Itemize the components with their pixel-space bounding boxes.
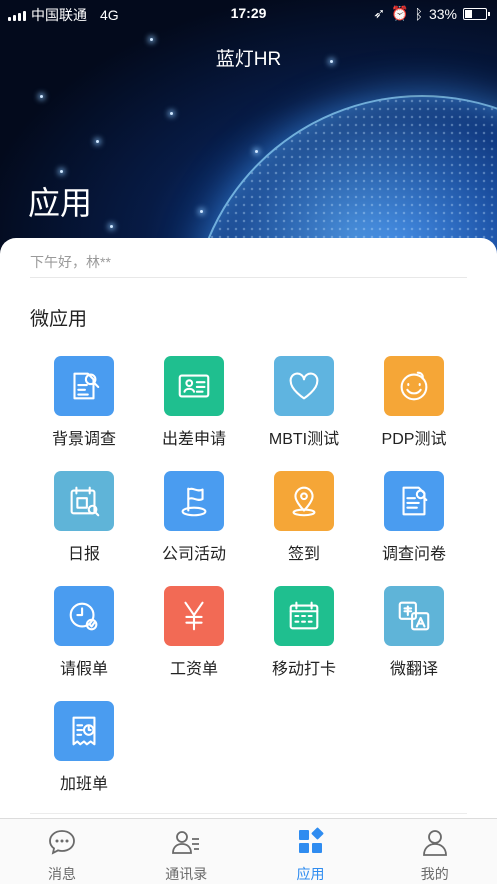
- calendar-grid-icon[interactable]: [274, 586, 334, 646]
- app-label: 调查问卷: [381, 546, 446, 563]
- app-label: 移动打卡: [271, 661, 336, 678]
- app-item[interactable]: 加班单: [28, 701, 140, 811]
- alarm-icon: ⏰: [391, 5, 409, 21]
- app-label: 签到: [287, 546, 320, 563]
- divider: [30, 813, 467, 814]
- id-card-icon[interactable]: [164, 356, 224, 416]
- questionnaire-icon[interactable]: [384, 471, 444, 531]
- battery-percent: 33%: [428, 5, 457, 22]
- tab-label: 应用: [296, 866, 325, 882]
- location-pin-icon[interactable]: [274, 471, 334, 531]
- tab-label: 消息: [48, 866, 76, 882]
- app-item[interactable]: PDP测试: [358, 356, 470, 466]
- app-item[interactable]: 公司活动: [138, 471, 250, 581]
- tab-1[interactable]: 通讯录: [124, 819, 248, 884]
- app-item[interactable]: 调查问卷: [358, 471, 470, 581]
- smiley-icon[interactable]: [384, 356, 444, 416]
- translate-icon[interactable]: [384, 586, 444, 646]
- app-item[interactable]: 背景调查: [28, 356, 140, 466]
- location-arrow-icon: ➶: [373, 5, 386, 21]
- app-label: 请假单: [59, 661, 108, 678]
- contacts-icon: [171, 827, 201, 857]
- section-title: 微应用: [30, 309, 88, 330]
- heart-icon[interactable]: [274, 356, 334, 416]
- bluetooth-icon: ᛒ: [414, 5, 423, 22]
- app-label: 工资单: [169, 661, 218, 678]
- flag-icon[interactable]: [164, 471, 224, 531]
- app-item[interactable]: 出差申请: [138, 356, 250, 466]
- tab-label: 通讯录: [165, 866, 208, 882]
- greeting-text: 下午好，林**: [30, 254, 111, 270]
- yen-icon[interactable]: [164, 586, 224, 646]
- app-label: 加班单: [59, 776, 108, 793]
- app-label: 公司活动: [161, 546, 226, 563]
- tab-0[interactable]: 消息: [0, 819, 124, 884]
- chat-bubble-icon: [47, 827, 77, 857]
- bottom-tab-bar: 消息 通讯录 应用 我的: [0, 818, 497, 884]
- tab-label: 我的: [420, 866, 449, 882]
- tab-2[interactable]: 应用: [249, 819, 373, 884]
- app-label: MBTI测试: [268, 431, 340, 448]
- calendar-search-icon[interactable]: [54, 471, 114, 531]
- overtime-receipt-icon[interactable]: [54, 701, 114, 761]
- app-label: 微翻译: [389, 661, 438, 678]
- app-label: 日报: [67, 546, 100, 563]
- battery-icon: [463, 7, 490, 20]
- clock-check-icon[interactable]: [54, 586, 114, 646]
- app-label: PDP测试: [381, 431, 447, 448]
- app-label: 背景调查: [51, 431, 116, 448]
- page-title: 应用: [28, 185, 93, 221]
- tab-3[interactable]: 我的: [373, 819, 497, 884]
- document-search-icon[interactable]: [54, 356, 114, 416]
- status-bar: 中国联通 4G 17:29 ➶ ⏰ ᛒ 33%: [0, 0, 497, 26]
- app-label: 出差申请: [161, 431, 226, 448]
- app-item[interactable]: 请假单: [28, 586, 140, 696]
- app-item[interactable]: 移动打卡: [248, 586, 360, 696]
- app-item[interactable]: 微翻译: [358, 586, 470, 696]
- app-title: 蓝灯HR: [215, 49, 282, 70]
- person-icon: [420, 827, 450, 857]
- apps-grid-icon: [296, 827, 326, 857]
- content-panel: 下午好，林** 微应用 背景调查 出差申请 MBTI测试 PDP测试日报 公司活动 签到 调…: [0, 238, 497, 818]
- app-item[interactable]: 工资单: [138, 586, 250, 696]
- header-banner: 中国联通 4G 17:29 ➶ ⏰ ᛒ 33% 蓝灯HR 应用: [0, 0, 497, 270]
- app-item[interactable]: 签到: [248, 471, 360, 581]
- app-item[interactable]: MBTI测试: [248, 356, 360, 466]
- divider: [30, 277, 467, 278]
- app-item[interactable]: 日报: [28, 471, 140, 581]
